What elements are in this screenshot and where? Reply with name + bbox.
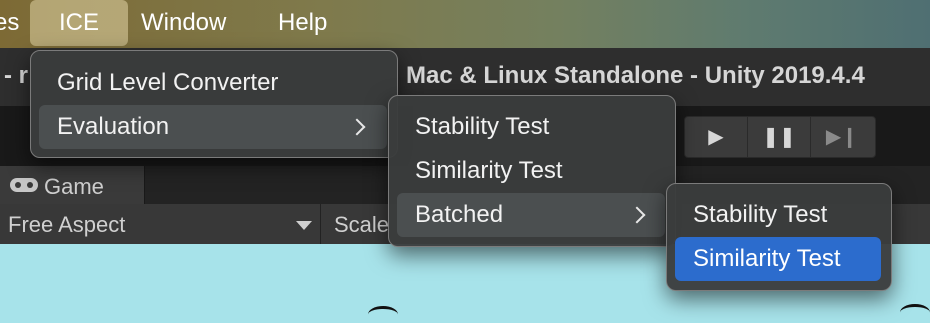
scene-drawing-stroke (368, 306, 398, 323)
step-icon[interactable]: ▶❙ (811, 117, 873, 157)
gamepad-icon (10, 178, 38, 192)
scale-label: Scale (334, 212, 390, 237)
ice-menu: Grid Level Converter Evaluation (30, 50, 398, 158)
menu-item-label: Evaluation (57, 113, 170, 140)
chevron-right-icon (348, 118, 366, 136)
menu-item-similarity-test[interactable]: Similarity Test (397, 149, 665, 193)
menu-item-batched[interactable]: Batched (397, 193, 665, 237)
scene-drawing-stroke (900, 304, 930, 321)
menu-item-evaluation[interactable]: Evaluation (39, 105, 387, 149)
menu-item-batched-similarity-test[interactable]: Similarity Test (675, 237, 881, 281)
menubar-item-files[interactable]: es (0, 0, 19, 48)
menubar-item-help[interactable]: Help (278, 0, 327, 48)
menu-item-grid-level-converter[interactable]: Grid Level Converter (39, 61, 387, 105)
menu-item-label: Batched (415, 201, 504, 228)
tab-game-label: Game (44, 174, 104, 199)
menu-bar (0, 0, 930, 48)
menubar-item-window[interactable]: Window (141, 0, 226, 48)
menubar-item-ice[interactable]: ICE (30, 0, 128, 46)
aspect-dropdown[interactable]: Free Aspect (0, 204, 321, 244)
chevron-right-icon (628, 206, 646, 224)
aspect-dropdown-value: Free Aspect (8, 212, 126, 237)
pause-icon[interactable]: ❚❚ (748, 117, 811, 157)
play-icon[interactable]: ▶ (685, 117, 748, 157)
play-controls: ▶ ❚❚ ▶❙ (684, 116, 876, 158)
menu-item-label: Stability Test (415, 113, 550, 140)
window-title-fragment: - r (4, 62, 28, 89)
menu-item-label: Similarity Test (693, 245, 841, 272)
window-title: Mac & Linux Standalone - Unity 2019.4.4 (406, 62, 865, 89)
tab-game[interactable]: Game (0, 166, 145, 204)
menu-item-stability-test[interactable]: Stability Test (397, 105, 665, 149)
menu-item-label: Grid Level Converter (57, 69, 279, 96)
evaluation-submenu: Stability Test Similarity Test Batched (388, 95, 676, 247)
chevron-down-icon (296, 221, 312, 230)
menu-item-batched-stability-test[interactable]: Stability Test (675, 193, 881, 237)
menu-item-label: Stability Test (693, 201, 828, 228)
batched-submenu: Stability Test Similarity Test (666, 183, 892, 291)
menu-item-label: Similarity Test (415, 157, 563, 184)
